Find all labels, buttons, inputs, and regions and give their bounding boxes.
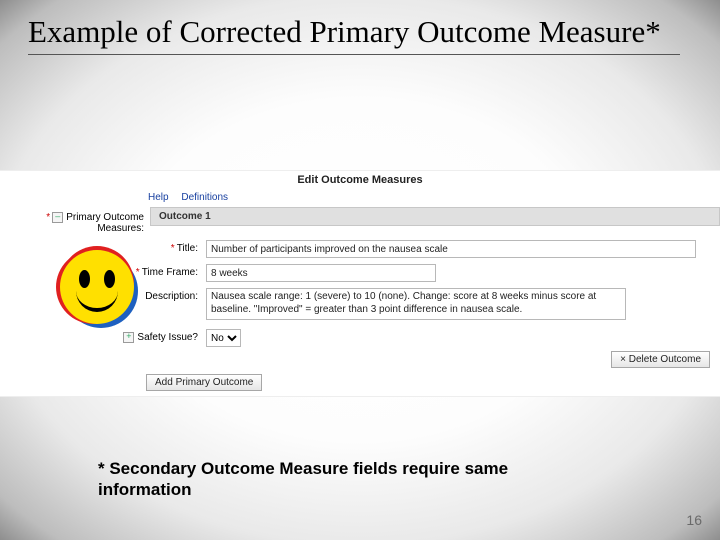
timeframe-input[interactable] xyxy=(206,264,436,282)
primary-outcome-section: *–Primary Outcome Measures: Outcome 1 xyxy=(0,207,720,234)
section-label: *–Primary Outcome Measures: xyxy=(0,207,150,234)
delete-outcome-button[interactable]: × Delete Outcome xyxy=(611,351,710,368)
safety-label: +Safety Issue? xyxy=(0,329,206,343)
outcome-header-bar: Outcome 1 xyxy=(150,207,720,226)
description-input[interactable]: Nausea scale range: 1 (severe) to 10 (no… xyxy=(206,288,626,320)
smiley-icon xyxy=(60,250,134,324)
safety-row: +Safety Issue? No xyxy=(0,329,720,347)
page-number: 16 xyxy=(686,512,702,528)
definitions-link[interactable]: Definitions xyxy=(181,192,228,203)
slide-title: Example of Corrected Primary Outcome Mea… xyxy=(28,14,680,55)
help-links: Help Definitions xyxy=(148,192,720,203)
footnote-text: * Secondary Outcome Measure fields requi… xyxy=(98,458,600,501)
add-row: Add Primary Outcome xyxy=(146,374,720,391)
add-primary-outcome-button[interactable]: Add Primary Outcome xyxy=(146,374,262,391)
expand-icon[interactable]: + xyxy=(123,332,134,343)
help-link[interactable]: Help xyxy=(148,192,169,203)
slide: Example of Corrected Primary Outcome Mea… xyxy=(0,0,720,540)
required-asterisk: * xyxy=(46,212,50,223)
collapse-icon[interactable]: – xyxy=(52,212,63,223)
section-label-text: Primary Outcome Measures: xyxy=(66,212,144,234)
delete-row: × Delete Outcome xyxy=(0,351,720,368)
app-heading: Edit Outcome Measures xyxy=(0,174,720,186)
safety-select[interactable]: No xyxy=(206,329,241,347)
title-input[interactable] xyxy=(206,240,696,258)
